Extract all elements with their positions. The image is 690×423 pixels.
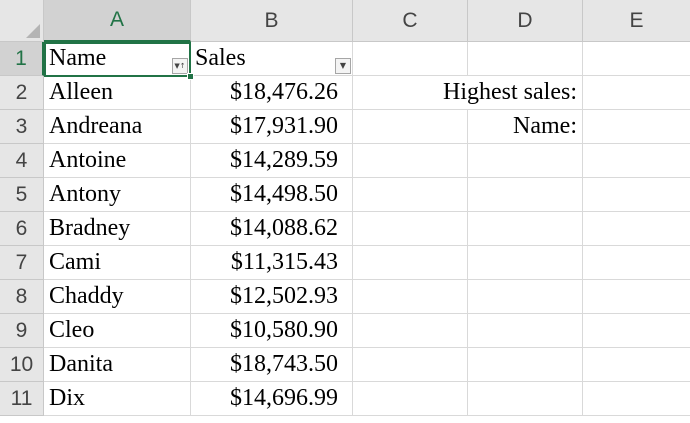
cell-b8[interactable]: $12,502.93 [191, 280, 353, 314]
row-header-10[interactable]: 10 [0, 348, 44, 382]
fill-handle[interactable] [187, 73, 194, 80]
cell-a5[interactable]: Antony [44, 178, 191, 212]
select-all-corner[interactable] [0, 0, 44, 42]
cell-a11[interactable]: Dix [44, 382, 191, 416]
cell-e4[interactable] [583, 144, 690, 178]
filter-button-name[interactable]: ▼↑ [172, 58, 188, 74]
column-header-c[interactable]: C [353, 0, 468, 42]
cell-c3[interactable] [353, 110, 468, 144]
cell-d5[interactable] [468, 178, 583, 212]
cell-d6[interactable] [468, 212, 583, 246]
row-header-11[interactable]: 11 [0, 382, 44, 416]
cell-b1[interactable]: Sales [191, 42, 353, 76]
cell-d8[interactable] [468, 280, 583, 314]
cell-b10[interactable]: $18,743.50 [191, 348, 353, 382]
row-header-8[interactable]: 8 [0, 280, 44, 314]
filter-dropdown-icon: ▼ [339, 61, 347, 70]
filter-button-sales[interactable]: ▼ [335, 58, 351, 74]
cell-a2[interactable]: Alleen [44, 76, 191, 110]
cell-c7[interactable] [353, 246, 468, 280]
row-header-1[interactable]: 1 [0, 42, 44, 76]
row-header-2[interactable]: 2 [0, 76, 44, 110]
cell-a8[interactable]: Chaddy [44, 280, 191, 314]
highest-sales-label: Highest sales: [443, 79, 577, 105]
cell-b5[interactable]: $14,498.50 [191, 178, 353, 212]
cell-a7[interactable]: Cami [44, 246, 191, 280]
cell-a10[interactable]: Danita [44, 348, 191, 382]
cell-c11[interactable] [353, 382, 468, 416]
spreadsheet-grid: A B C D E 1 2 3 4 5 6 7 8 9 10 11 Name S… [0, 0, 690, 423]
cell-d2[interactable]: Highest sales: [443, 76, 583, 110]
cell-d11[interactable] [468, 382, 583, 416]
row-header-9[interactable]: 9 [0, 314, 44, 348]
cell-d1[interactable] [468, 42, 583, 76]
cell-c6[interactable] [353, 212, 468, 246]
cell-e11[interactable] [583, 382, 690, 416]
cell-a9[interactable]: Cleo [44, 314, 191, 348]
row-header-4[interactable]: 4 [0, 144, 44, 178]
cell-a4[interactable]: Antoine [44, 144, 191, 178]
cell-b3[interactable]: $17,931.90 [191, 110, 353, 144]
cell-e8[interactable] [583, 280, 690, 314]
cell-c10[interactable] [353, 348, 468, 382]
cell-e9[interactable] [583, 314, 690, 348]
cell-c1[interactable] [353, 42, 468, 76]
column-header-d[interactable]: D [468, 0, 583, 42]
row-header-7[interactable]: 7 [0, 246, 44, 280]
cell-b2[interactable]: $18,476.26 [191, 76, 353, 110]
cell-c9[interactable] [353, 314, 468, 348]
row-header-5[interactable]: 5 [0, 178, 44, 212]
cell-e6[interactable] [583, 212, 690, 246]
cell-b9[interactable]: $10,580.90 [191, 314, 353, 348]
cell-a3[interactable]: Andreana [44, 110, 191, 144]
cell-b7[interactable]: $11,315.43 [191, 246, 353, 280]
row-header-6[interactable]: 6 [0, 212, 44, 246]
cell-c8[interactable] [353, 280, 468, 314]
row-header-3[interactable]: 3 [0, 110, 44, 144]
cell-e5[interactable] [583, 178, 690, 212]
cell-a6[interactable]: Bradney [44, 212, 191, 246]
cell-e3[interactable] [583, 110, 690, 144]
cell-b4[interactable]: $14,289.59 [191, 144, 353, 178]
select-all-triangle-icon [26, 24, 40, 38]
cell-e10[interactable] [583, 348, 690, 382]
cell-d4[interactable] [468, 144, 583, 178]
cell-d10[interactable] [468, 348, 583, 382]
column-header-b[interactable]: B [191, 0, 353, 42]
sort-filter-icon: ▼↑ [174, 61, 186, 70]
cell-a1[interactable]: Name [44, 42, 191, 76]
cell-b6[interactable]: $14,088.62 [191, 212, 353, 246]
cell-c4[interactable] [353, 144, 468, 178]
cell-b11[interactable]: $14,696.99 [191, 382, 353, 416]
cell-e1[interactable] [583, 42, 690, 76]
cell-d7[interactable] [468, 246, 583, 280]
cell-d9[interactable] [468, 314, 583, 348]
cell-e2[interactable] [583, 76, 690, 110]
cell-d3[interactable]: Name: [468, 110, 583, 144]
column-header-a[interactable]: A [44, 0, 191, 42]
cell-c5[interactable] [353, 178, 468, 212]
column-header-e[interactable]: E [583, 0, 690, 42]
cell-e7[interactable] [583, 246, 690, 280]
